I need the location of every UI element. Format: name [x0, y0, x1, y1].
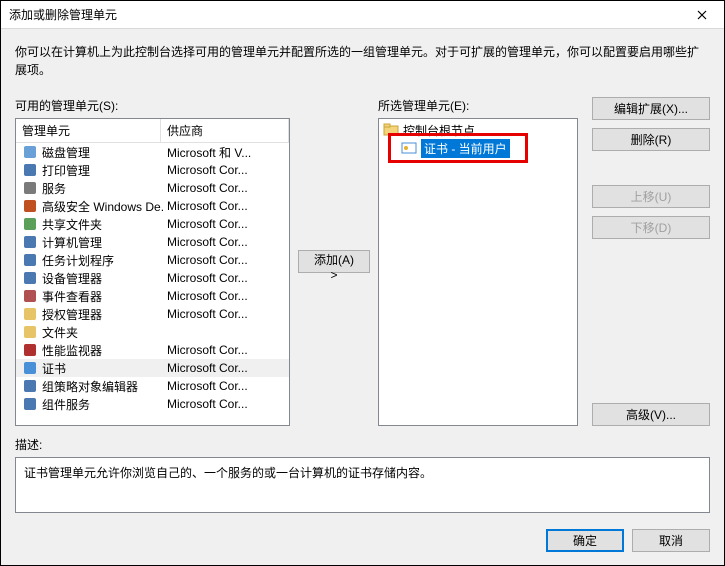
list-item[interactable]: 授权管理器 Microsoft Cor...	[16, 305, 289, 323]
col-header-name[interactable]: 管理单元	[16, 119, 161, 142]
description-text: 证书管理单元允许你浏览自己的、一个服务的或一台计算机的证书存储内容。	[24, 466, 432, 480]
snapin-vendor: Microsoft 和 V...	[163, 144, 287, 161]
snapin-vendor: Microsoft Cor...	[163, 397, 287, 411]
snapin-name: 性能监视器	[42, 342, 102, 359]
folder-icon	[22, 306, 38, 322]
listview-body[interactable]: 磁盘管理 Microsoft 和 V... 打印管理 Microsoft Cor...…	[16, 143, 289, 426]
snapin-name: 计算机管理	[42, 234, 102, 251]
list-item[interactable]: 文件夹	[16, 323, 289, 341]
list-item[interactable]: 计算机管理 Microsoft Cor...	[16, 233, 289, 251]
snapin-name: 高级安全 Windows De...	[42, 198, 163, 215]
device-icon	[22, 270, 38, 286]
snapin-vendor: Microsoft Cor...	[163, 217, 287, 231]
dialog-window: 添加或删除管理单元 你可以在计算机上为此控制台选择可用的管理单元并配置所选的一组…	[0, 0, 725, 566]
snapin-vendor: Microsoft Cor...	[163, 343, 287, 357]
snapin-vendor: Microsoft Cor...	[163, 361, 287, 375]
description-section: 描述: 证书管理单元允许你浏览自己的、一个服务的或一台计算机的证书存储内容。	[15, 436, 710, 513]
list-item[interactable]: 组策略对象编辑器 Microsoft Cor...	[16, 377, 289, 395]
description-box: 证书管理单元允许你浏览自己的、一个服务的或一台计算机的证书存储内容。	[15, 457, 710, 513]
cert-icon	[401, 140, 417, 156]
available-listview[interactable]: 管理单元 供应商 磁盘管理 Microsoft 和 V... 打印管理 Microso…	[15, 118, 290, 426]
list-item[interactable]: 磁盘管理 Microsoft 和 V...	[16, 143, 289, 161]
clock-icon	[22, 252, 38, 268]
titlebar: 添加或删除管理单元	[1, 1, 724, 29]
snapin-name: 组策略对象编辑器	[42, 378, 138, 395]
printer-icon	[22, 162, 38, 178]
move-down-button[interactable]: 下移(D)	[592, 216, 710, 239]
close-icon	[697, 10, 707, 20]
list-item[interactable]: 任务计划程序 Microsoft Cor...	[16, 251, 289, 269]
snapin-name: 任务计划程序	[42, 252, 114, 269]
snapin-vendor: Microsoft Cor...	[163, 289, 287, 303]
snapin-vendor: Microsoft Cor...	[163, 199, 287, 213]
tree-root-label: 控制台根节点	[403, 122, 475, 139]
description-heading: 描述:	[15, 436, 710, 453]
dialog-footer: 确定 取消	[15, 529, 710, 552]
edit-extensions-button[interactable]: 编辑扩展(X)...	[592, 97, 710, 120]
snapin-vendor: Microsoft Cor...	[163, 307, 287, 321]
list-item[interactable]: 组件服务 Microsoft Cor...	[16, 395, 289, 413]
snapin-vendor: Microsoft Cor...	[163, 271, 287, 285]
folder-icon	[22, 324, 38, 340]
list-item[interactable]: 服务 Microsoft Cor...	[16, 179, 289, 197]
move-up-button[interactable]: 上移(U)	[592, 185, 710, 208]
gpo-icon	[22, 378, 38, 394]
snapin-name: 打印管理	[42, 162, 90, 179]
snapin-vendor: Microsoft Cor...	[163, 379, 287, 393]
snapin-name: 证书	[42, 360, 66, 377]
col-header-vendor[interactable]: 供应商	[161, 119, 289, 142]
snapin-name: 共享文件夹	[42, 216, 102, 233]
listview-header: 管理单元 供应商	[16, 119, 289, 143]
cert-icon	[22, 360, 38, 376]
list-item[interactable]: 高级安全 Windows De...Microsoft Cor...	[16, 197, 289, 215]
main-columns: 可用的管理单元(S): 管理单元 供应商 磁盘管理 Microsoft 和 V..…	[15, 97, 710, 426]
computer-icon	[22, 234, 38, 250]
available-label: 可用的管理单元(S):	[15, 97, 290, 114]
snapin-vendor: Microsoft Cor...	[163, 181, 287, 195]
tree-child-label: 证书 - 当前用户	[421, 139, 510, 158]
snapin-name: 服务	[42, 180, 66, 197]
snapin-name: 文件夹	[42, 324, 78, 341]
close-button[interactable]	[680, 1, 724, 29]
intro-text: 你可以在计算机上为此控制台选择可用的管理单元并配置所选的一组管理单元。对于可扩展…	[15, 43, 710, 79]
cancel-button[interactable]: 取消	[632, 529, 710, 552]
snapin-name: 授权管理器	[42, 306, 102, 323]
list-item[interactable]: 打印管理 Microsoft Cor...	[16, 161, 289, 179]
snapin-vendor: Microsoft Cor...	[163, 253, 287, 267]
snapin-name: 事件查看器	[42, 288, 102, 305]
comp-icon	[22, 396, 38, 412]
remove-button[interactable]: 删除(R)	[592, 128, 710, 151]
tree-root-row[interactable]: 控制台根节点	[381, 121, 575, 139]
firewall-icon	[22, 198, 38, 214]
tree-child-row[interactable]: 证书 - 当前用户	[381, 139, 575, 157]
event-icon	[22, 288, 38, 304]
folder-icon	[383, 122, 399, 138]
gear-icon	[22, 180, 38, 196]
add-button[interactable]: 添加(A) >	[298, 250, 370, 273]
list-item[interactable]: 事件查看器 Microsoft Cor...	[16, 287, 289, 305]
share-icon	[22, 216, 38, 232]
side-buttons-column: 编辑扩展(X)... 删除(R) 上移(U) 下移(D) 高级(V)...	[586, 97, 710, 426]
perf-icon	[22, 342, 38, 358]
middle-column: 添加(A) >	[298, 97, 370, 426]
dialog-body: 你可以在计算机上为此控制台选择可用的管理单元并配置所选的一组管理单元。对于可扩展…	[1, 29, 724, 565]
list-item[interactable]: 共享文件夹 Microsoft Cor...	[16, 215, 289, 233]
snapin-vendor: Microsoft Cor...	[163, 163, 287, 177]
ok-button[interactable]: 确定	[546, 529, 624, 552]
advanced-button[interactable]: 高级(V)...	[592, 403, 710, 426]
list-item[interactable]: 性能监视器 Microsoft Cor...	[16, 341, 289, 359]
selected-label: 所选管理单元(E):	[378, 97, 578, 114]
available-column: 可用的管理单元(S): 管理单元 供应商 磁盘管理 Microsoft 和 V..…	[15, 97, 290, 426]
snapin-name: 组件服务	[42, 396, 90, 413]
list-item[interactable]: 证书 Microsoft Cor...	[16, 359, 289, 377]
snapin-name: 设备管理器	[42, 270, 102, 287]
selected-column: 所选管理单元(E): 控制台根节点 证书 - 当前用户	[378, 97, 578, 426]
disk-icon	[22, 144, 38, 160]
window-title: 添加或删除管理单元	[9, 6, 680, 23]
snapin-vendor: Microsoft Cor...	[163, 235, 287, 249]
snapin-name: 磁盘管理	[42, 144, 90, 161]
selected-tree[interactable]: 控制台根节点 证书 - 当前用户	[378, 118, 578, 426]
list-item[interactable]: 设备管理器 Microsoft Cor...	[16, 269, 289, 287]
